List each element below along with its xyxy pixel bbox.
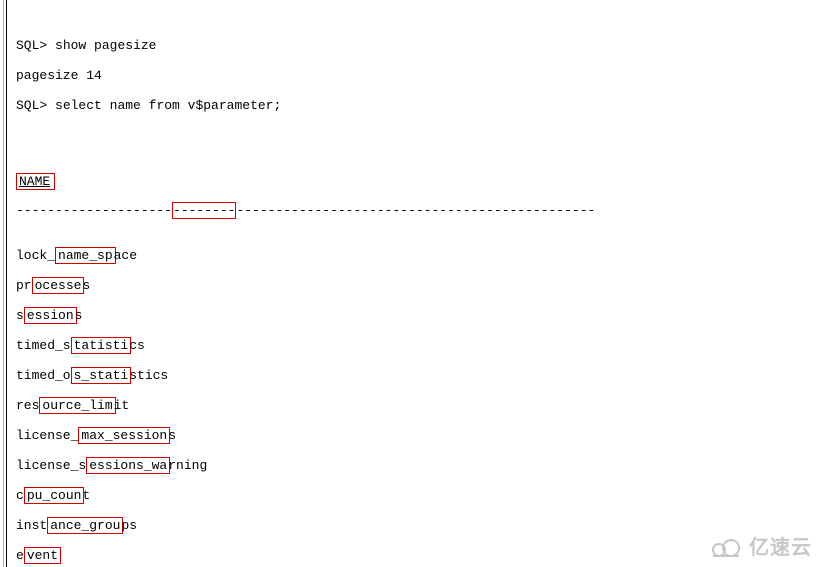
highlight-box: ession [24, 307, 77, 324]
highlight-box: essions_wa [86, 457, 170, 474]
pagesize-reply: pagesize 14 [16, 68, 824, 83]
sql-prompt: SQL> [16, 38, 47, 53]
command-show-pagesize: show pagesize [55, 38, 156, 53]
highlight-box: ocesse [32, 277, 85, 294]
highlight-box: ource_lim [39, 397, 115, 414]
result-row: license_sessions_warning [16, 458, 824, 473]
prompt-line-2: SQL> select name from v$parameter; [16, 98, 824, 113]
result-row: license_max_sessions [16, 428, 824, 443]
highlight-box: ance_grou [47, 517, 123, 534]
highlight-box: pu_coun [24, 487, 85, 504]
result-row: event [16, 548, 824, 563]
column-header-1: NAME [16, 173, 824, 188]
result-row: sessions [16, 308, 824, 323]
divider-line-1: ----------------------------------------… [16, 203, 824, 218]
cloud-icon [709, 537, 743, 559]
divider-redbox: -------- [172, 202, 236, 219]
name-header-redbox: NAME [16, 173, 55, 190]
highlight-box: max_session [78, 427, 170, 444]
highlight-box: tatisti [71, 337, 132, 354]
command-select-name: select name from v$parameter; [55, 98, 281, 113]
sql-prompt: SQL> [16, 98, 47, 113]
highlight-box: s_stati [71, 367, 132, 384]
result-row: instance_groups [16, 518, 824, 533]
result-row: cpu_count [16, 488, 824, 503]
blank-line [16, 128, 824, 143]
highlight-box: name_sp [55, 247, 116, 264]
result-row: timed_statistics [16, 338, 824, 353]
prompt-line-1: SQL> show pagesize [16, 38, 824, 53]
result-row: resource_limit [16, 398, 824, 413]
result-row: processes [16, 278, 824, 293]
watermark: 亿速云 [709, 537, 812, 559]
result-row: timed_os_statistics [16, 368, 824, 383]
result-row: lock_name_space [16, 248, 824, 263]
terminal-output: SQL> show pagesize pagesize 14 SQL> sele… [0, 0, 824, 567]
watermark-text: 亿速云 [749, 541, 812, 556]
highlight-box: vent [24, 547, 61, 564]
